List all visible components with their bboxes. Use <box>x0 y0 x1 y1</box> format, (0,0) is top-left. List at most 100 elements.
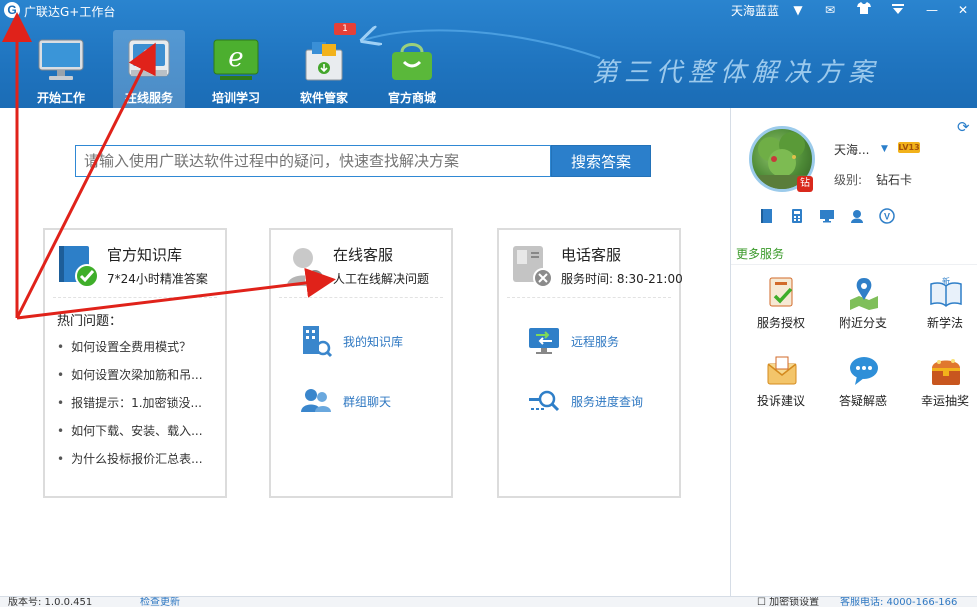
calculator-icon[interactable] <box>789 208 805 224</box>
tab-start-work[interactable]: 开始工作 <box>25 30 97 108</box>
top-user-name[interactable]: 天海蓝蓝 <box>731 2 779 19</box>
link-label: 远程服务 <box>571 335 620 349</box>
refresh-icon[interactable]: ⟳ <box>957 118 970 136</box>
user-dropdown-chevron-icon[interactable]: ▼ <box>881 144 888 154</box>
service-lucky-draw[interactable]: 幸运抽奖 <box>910 354 977 414</box>
user-sidebar: ⟳ 钻 天海... ▼ LV13 级别: 钻石卡 V 更多服务 服务授权 附近分… <box>730 108 977 596</box>
search-button[interactable]: 搜索答案 <box>551 145 651 177</box>
version-text: 版本号: 1.0.0.451 <box>8 597 93 607</box>
software-box-icon <box>305 42 343 81</box>
online-service-card: 在线客服 人工在线解决问题 我的知识库 群组聊天 <box>269 228 453 498</box>
progress-search-icon <box>529 390 560 412</box>
card-subtitle: 服务时间: 8:30-21:00 <box>561 272 683 286</box>
hot-question-item[interactable]: 为什么投标报价汇总表... <box>57 450 217 478</box>
remote-monitor-icon <box>529 328 559 354</box>
hot-question-item[interactable]: 如何设置全费用模式？ <box>57 338 217 366</box>
service-new-learning[interactable]: 新 新学法 <box>910 276 977 336</box>
user-menu-chevron-icon[interactable]: ▼ <box>789 1 807 19</box>
app-title: 广联达G+工作台 <box>24 5 116 19</box>
level-value: 钻石卡 <box>876 173 913 187</box>
my-knowledge-link[interactable]: 我的知识库 <box>299 324 449 358</box>
more-services-divider <box>731 264 977 265</box>
card-divider <box>507 297 671 298</box>
book-icon[interactable] <box>759 208 775 224</box>
svg-text:新: 新 <box>942 276 950 286</box>
card-subtitle: 7*24小时精准答案 <box>107 272 208 286</box>
svg-text:V: V <box>884 212 890 222</box>
vip-icon[interactable]: V <box>879 208 895 224</box>
level-badge: LV13 <box>898 142 920 153</box>
desktop-icon[interactable] <box>819 208 835 224</box>
knowledge-base-card: 官方知识库 7*24小时精准答案 热门问题： 如何设置全费用模式？ 如何设置次梁… <box>43 228 227 498</box>
link-label: 服务进度查询 <box>571 395 644 409</box>
treasure-chest-icon <box>932 359 960 385</box>
search-input[interactable] <box>75 145 551 177</box>
remote-service-link[interactable]: 远程服务 <box>527 324 677 358</box>
lock-settings-link[interactable]: ☐ 加密锁设置 <box>757 597 819 607</box>
service-nearby-branch[interactable]: 附近分支 <box>828 276 898 336</box>
tab-online-service[interactable]: G 在线服务 <box>113 30 185 108</box>
group-chat-link[interactable]: 群组聊天 <box>299 384 449 418</box>
svg-text:e: e <box>228 43 243 73</box>
tab-training[interactable]: e 培训学习 <box>200 30 272 108</box>
app-logo-icon: G <box>4 2 20 18</box>
tab-official-store[interactable]: 官方商城 <box>376 30 448 108</box>
more-services-title: 更多服务 <box>736 247 785 261</box>
main-menu-icon[interactable] <box>889 1 907 19</box>
card-divider <box>279 297 443 298</box>
minimize-icon[interactable]: — <box>923 1 941 19</box>
tab-label: 软件管家 <box>299 91 348 105</box>
diamond-member-badge: 钻 <box>797 176 813 192</box>
update-count-badge: 1 <box>334 23 356 35</box>
card-divider <box>53 297 217 298</box>
service-label: 答疑解惑 <box>838 394 887 408</box>
service-authorization[interactable]: 服务授权 <box>746 276 816 336</box>
hot-questions-title: 热门问题： <box>57 314 123 329</box>
phone-icon <box>513 246 553 288</box>
sidebar-user-name: 天海... <box>834 143 870 157</box>
phone-service-card: 电话客服 服务时间: 8:30-21:00 远程服务 服务进度查询 <box>497 228 683 498</box>
knowledge-book-icon <box>59 246 99 288</box>
hot-question-item[interactable]: 如何下载、安装、载入... <box>57 422 217 450</box>
title-bar: G 广联达G+工作台 天海蓝蓝 ▼ ✉ — ✕ <box>0 0 977 22</box>
slogan-text: 第三代整体解决方案 <box>592 58 881 88</box>
tab-label: 培训学习 <box>211 91 260 105</box>
mail-icon[interactable]: ✉ <box>821 1 839 19</box>
progress-query-link[interactable]: 服务进度查询 <box>527 384 677 418</box>
group-users-icon <box>301 389 331 412</box>
authorization-icon <box>769 277 793 307</box>
card-subtitle: 人工在线解决问题 <box>333 272 430 286</box>
main-panel: 搜索答案 官方知识库 7*24小时精准答案 热门问题： 如何设置全费用模式？ 如… <box>0 108 730 596</box>
service-label: 新学法 <box>926 316 963 330</box>
shopping-bag-icon <box>392 43 432 80</box>
card-title: 电话客服 <box>561 246 622 264</box>
customer-agent-icon <box>287 248 325 288</box>
skin-shirt-icon[interactable] <box>855 1 873 19</box>
check-update-link[interactable]: 检查更新 <box>140 597 180 607</box>
open-book-icon: 新 <box>930 276 962 308</box>
service-qa[interactable]: 答疑解惑 <box>828 354 898 414</box>
hot-question-item[interactable]: 报错提示：1.加密锁没... <box>57 394 217 422</box>
link-label: 我的知识库 <box>343 335 404 349</box>
envelope-icon <box>767 356 797 385</box>
tab-label: 官方商城 <box>387 91 436 105</box>
close-icon[interactable]: ✕ <box>954 1 972 19</box>
training-screen-icon: e <box>213 39 259 80</box>
header-bar: G 广联达G+工作台 天海蓝蓝 ▼ ✉ — ✕ 开始工作 G 在线服务 e 培训… <box>0 0 977 108</box>
svg-text:G: G <box>142 46 156 66</box>
service-agent-icon[interactable] <box>849 208 865 224</box>
glodon-service-icon: G <box>128 39 170 77</box>
card-title: 在线客服 <box>333 246 394 264</box>
hot-questions-list: 如何设置全费用模式？ 如何设置次梁加筋和吊... 报错提示：1.加密锁没... … <box>57 338 217 478</box>
monitor-icon <box>38 39 84 80</box>
service-label: 投诉建议 <box>756 394 805 408</box>
link-label: 群组聊天 <box>343 395 392 409</box>
hot-question-item[interactable]: 如何设置次梁加筋和吊... <box>57 366 217 394</box>
tab-label: 在线服务 <box>124 91 173 105</box>
map-location-icon <box>850 278 878 310</box>
service-complaint-suggestion[interactable]: 投诉建议 <box>746 354 816 414</box>
service-phone-text: 客服电话: 4000-166-166 <box>840 597 958 607</box>
service-label: 幸运抽奖 <box>920 394 969 408</box>
tab-software-manager[interactable]: 软件管家 <box>288 30 360 108</box>
chat-bubble-icon <box>850 357 878 385</box>
